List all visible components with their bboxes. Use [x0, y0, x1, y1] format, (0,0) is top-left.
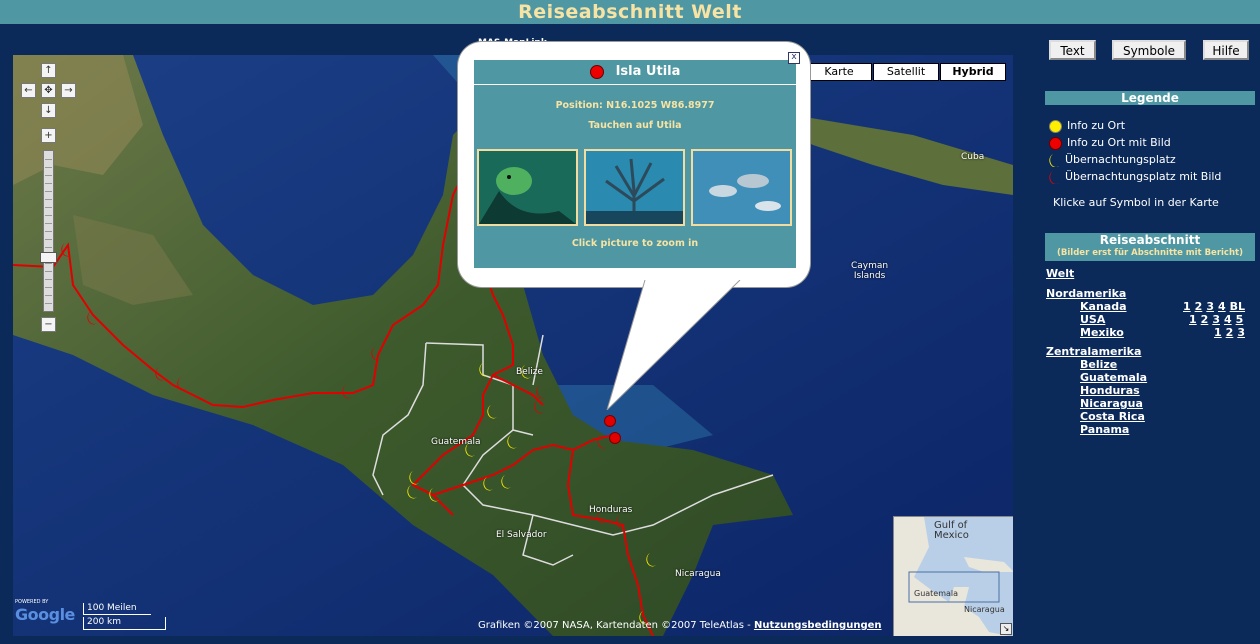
link-nicaragua[interactable]: Nicaragua [1080, 397, 1143, 410]
page-link[interactable]: 3 [1237, 326, 1245, 339]
page-link[interactable]: BL [1230, 300, 1245, 313]
link-world[interactable]: Welt [1046, 267, 1074, 280]
pan-up-icon[interactable]: ↑ [41, 63, 56, 78]
link-mexico[interactable]: Mexiko [1080, 326, 1124, 339]
label-guatemala: Guatemala [431, 437, 481, 447]
info-window-title: Isla Utila [615, 64, 681, 79]
link-panama[interactable]: Panama [1080, 423, 1129, 436]
label-el-salvador: El Salvador [496, 530, 547, 540]
scale-km: 200 km [83, 617, 166, 630]
thumbnail-1[interactable] [477, 149, 578, 226]
yellow-dot-icon [1049, 119, 1062, 133]
thumbnail-2[interactable] [584, 149, 685, 226]
maptype-map-button[interactable]: Karte [806, 63, 872, 81]
page-link[interactable]: 1 [1183, 300, 1191, 313]
page-link[interactable]: 2 [1195, 300, 1203, 313]
legend-item-info-image: Info zu Ort mit Bild [1049, 136, 1171, 150]
link-usa[interactable]: USA [1080, 313, 1105, 326]
page-link[interactable]: 5 [1236, 313, 1244, 326]
zoom-out-icon[interactable]: − [41, 317, 56, 332]
google-logo: POWERED BY Google [15, 599, 75, 624]
usa-pages: 12345 [1185, 313, 1243, 326]
copyright-text: Grafiken ©2007 NASA, Kartendaten ©2007 T… [478, 620, 754, 631]
terms-link[interactable]: Nutzungsbedingungen [754, 620, 882, 631]
label-cayman: Cayman Islands [851, 261, 889, 281]
legend-item-overnight: Übernachtungsplatz [1049, 153, 1176, 167]
fish-school-photo [693, 151, 790, 224]
sections-title: Reiseabschnitt [1099, 233, 1201, 247]
page-link[interactable]: 3 [1212, 313, 1220, 326]
close-icon[interactable]: x [788, 52, 800, 64]
label-cuba: Cuba [961, 152, 985, 162]
label-nicaragua: Nicaragua [675, 569, 721, 579]
legend-label: Info zu Ort [1067, 119, 1126, 132]
symbols-button[interactable]: Symbole [1112, 40, 1186, 60]
overview-map[interactable]: Gulf of Mexico Guatemala Nicaragua ↘ [893, 516, 1013, 636]
pan-center-icon[interactable]: ✥ [41, 83, 56, 98]
page-link[interactable]: 1 [1189, 313, 1197, 326]
link-central-america[interactable]: Zentralamerika [1046, 345, 1141, 358]
zoom-slider-thumb[interactable] [40, 252, 57, 263]
maptype-satellite-button[interactable]: Satellit [873, 63, 939, 81]
maptype-hybrid-button[interactable]: Hybrid [940, 63, 1006, 81]
map-copyright: Grafiken ©2007 NASA, Kartendaten ©2007 T… [478, 620, 882, 631]
overview-label-guatemala: Guatemala [914, 589, 959, 598]
pan-left-icon[interactable]: ← [21, 83, 36, 98]
legend-label: Übernachtungsplatz mit Bild [1065, 170, 1222, 183]
sections-header: Reiseabschnitt (Bilder erst für Abschnit… [1045, 233, 1255, 261]
zoom-in-icon[interactable]: + [41, 128, 56, 143]
link-north-america[interactable]: Nordamerika [1046, 287, 1126, 300]
page-link[interactable]: 2 [1226, 326, 1234, 339]
info-window-content: Isla Utila Position: N16.1025 W86.8977 T… [474, 60, 796, 268]
text-button[interactable]: Text [1049, 40, 1096, 60]
sections-subtitle: (Bilder erst für Abschnitte mit Bericht) [1057, 248, 1243, 258]
info-window-subtitle: Tauchen auf Utila [588, 120, 682, 131]
info-window-zoom-hint: Click picture to zoom in [571, 238, 699, 249]
pan-down-icon[interactable]: ↓ [41, 103, 56, 118]
legend-hint: Klicke auf Symbol in der Karte [1053, 196, 1219, 209]
link-costa-rica[interactable]: Costa Rica [1080, 410, 1145, 423]
overview-label-gulf: Gulf of Mexico [934, 520, 969, 541]
page-link[interactable]: 4 [1218, 300, 1226, 313]
page-link[interactable]: 2 [1201, 313, 1209, 326]
sea-fan-photo [586, 151, 683, 224]
yellow-crescent-icon [1049, 153, 1059, 167]
legend-item-overnight-image: Übernachtungsplatz mit Bild [1049, 170, 1221, 184]
label-belize: Belize [516, 367, 543, 377]
link-belize[interactable]: Belize [1080, 358, 1117, 371]
help-button[interactable]: Hilfe [1203, 40, 1249, 60]
link-guatemala[interactable]: Guatemala [1080, 371, 1147, 384]
red-marker-icon [589, 65, 604, 79]
pan-right-icon[interactable]: → [61, 83, 76, 98]
google-wordmark: Google [15, 605, 75, 624]
legend-label: Info zu Ort mit Bild [1067, 136, 1171, 149]
page-link[interactable]: 4 [1224, 313, 1232, 326]
link-honduras[interactable]: Honduras [1080, 384, 1140, 397]
info-window-position: Position: N16.1025 W86.8977 [555, 100, 715, 111]
moray-eel-photo [479, 151, 576, 224]
title-bar: Reiseabschnitt Welt [0, 0, 1260, 24]
thumbnail-3[interactable] [691, 149, 792, 226]
red-dot-icon [1049, 136, 1062, 150]
page-link[interactable]: 3 [1206, 300, 1214, 313]
overview-toggle-icon[interactable]: ↘ [1000, 623, 1012, 635]
page-title: Reiseabschnitt Welt [518, 1, 742, 23]
canada-pages: 1 2 3 4 BL [1179, 300, 1245, 313]
mexico-pages: 123 [1210, 326, 1245, 339]
legend-label: Übernachtungsplatz [1065, 153, 1176, 166]
overview-label-nicaragua: Nicaragua [964, 605, 1005, 614]
scale-bar: 100 Meilen 200 km [83, 603, 166, 630]
label-honduras: Honduras [589, 505, 633, 515]
red-crescent-icon [1049, 170, 1059, 184]
info-window-header: Isla Utila [474, 60, 796, 85]
scale-miles: 100 Meilen [83, 603, 151, 615]
legend-item-info: Info zu Ort [1049, 119, 1125, 133]
zoom-slider[interactable] [43, 150, 54, 312]
legend-title: Legende [1045, 91, 1255, 105]
link-canada[interactable]: Kanada [1080, 300, 1127, 313]
info-window-tail [606, 280, 741, 410]
page-link[interactable]: 1 [1214, 326, 1222, 339]
